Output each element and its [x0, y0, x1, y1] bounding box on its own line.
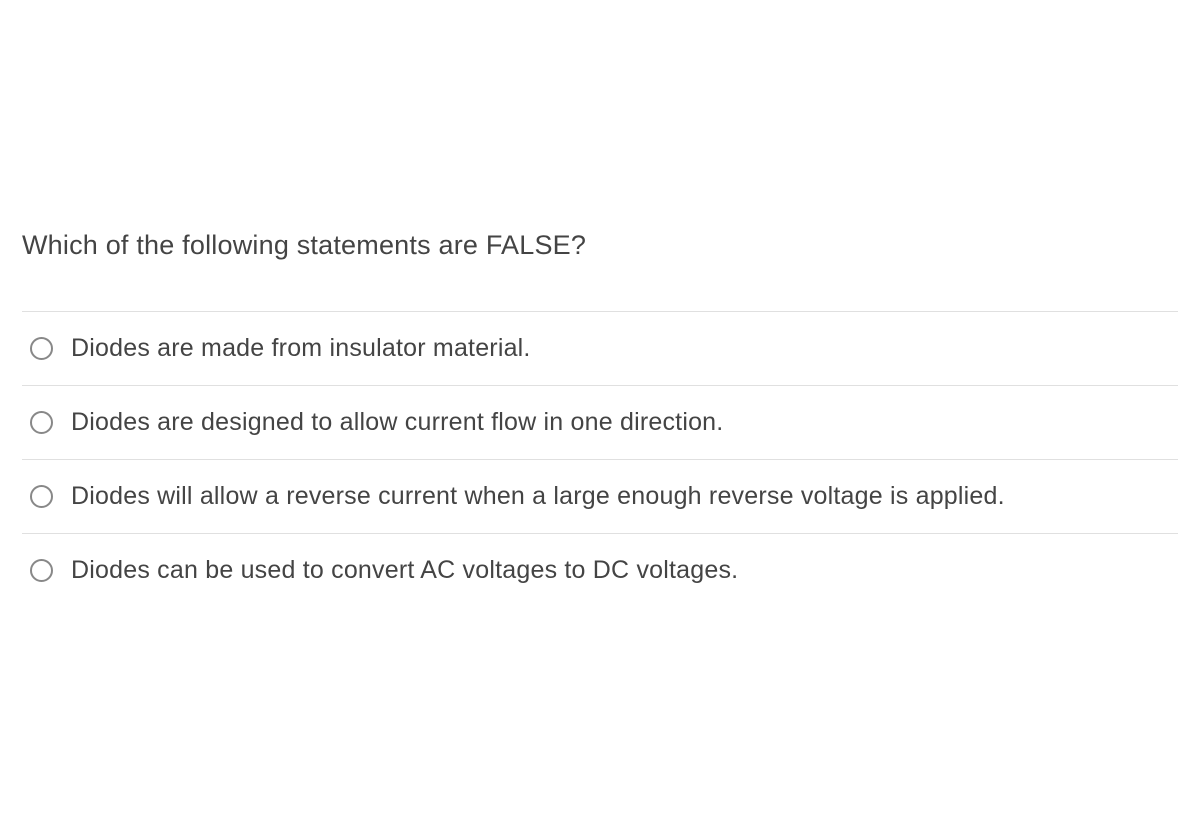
options-list: Diodes are made from insulator material.… [22, 311, 1178, 607]
option-2[interactable]: Diodes are designed to allow current flo… [22, 386, 1178, 460]
option-3[interactable]: Diodes will allow a reverse current when… [22, 460, 1178, 534]
option-label: Diodes can be used to convert AC voltage… [71, 556, 738, 585]
question-prompt: Which of the following statements are FA… [22, 230, 1178, 261]
option-label: Diodes are designed to allow current flo… [71, 408, 723, 437]
question-container: Which of the following statements are FA… [0, 0, 1200, 607]
radio-icon [30, 559, 53, 582]
option-1[interactable]: Diodes are made from insulator material. [22, 312, 1178, 386]
radio-icon [30, 485, 53, 508]
option-label: Diodes will allow a reverse current when… [71, 482, 1005, 511]
option-4[interactable]: Diodes can be used to convert AC voltage… [22, 534, 1178, 607]
radio-icon [30, 411, 53, 434]
option-label: Diodes are made from insulator material. [71, 334, 531, 363]
radio-icon [30, 337, 53, 360]
